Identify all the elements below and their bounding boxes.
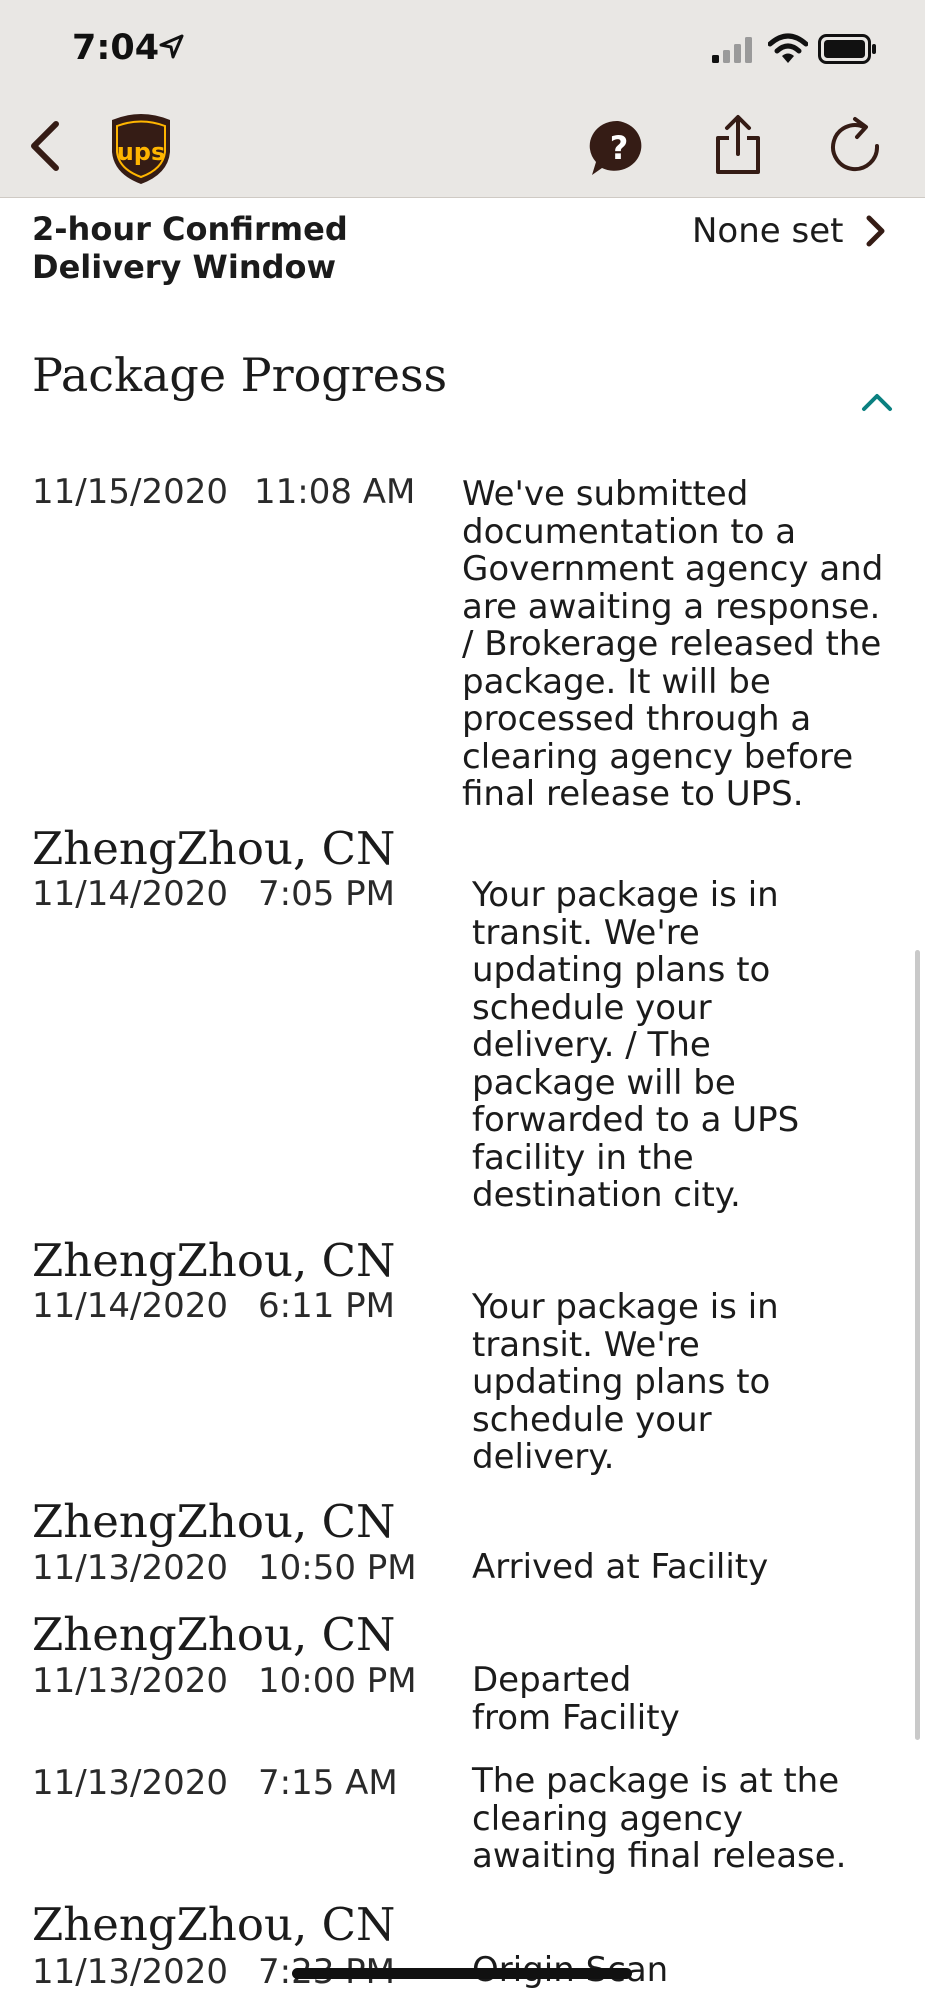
- entry-time: 6:11 PM: [258, 1286, 395, 1326]
- svg-text:?: ?: [610, 129, 629, 167]
- entry-description: The package is at the clearing agency aw…: [472, 1761, 847, 1876]
- entry-location: ZhengZhou, CN: [32, 822, 396, 875]
- home-indicator[interactable]: [292, 1968, 632, 1979]
- entry-date: 11/13/2020: [32, 1763, 228, 1803]
- entry-date: 11/13/2020: [32, 1661, 228, 1701]
- location-arrow-icon: [159, 34, 184, 59]
- entry-description: Your package is in transit. We're updati…: [472, 1287, 779, 1477]
- entry-location: ZhengZhou, CN: [32, 1234, 396, 1287]
- entry-time: 11:08 AM: [254, 472, 416, 512]
- ups-logo: ups: [112, 114, 170, 184]
- entry-date: 11/13/2020: [32, 1952, 228, 1992]
- back-button[interactable]: [22, 118, 66, 174]
- top-bar: 7:04 ups ?: [0, 0, 925, 198]
- entry-location: ZhengZhou, CN: [32, 1608, 396, 1661]
- entry-description: Arrived at Facility: [472, 1547, 769, 1587]
- svg-text:ups: ups: [117, 138, 166, 166]
- entry-description: Departed from Facility: [472, 1660, 680, 1738]
- entry-date: 11/14/2020: [32, 1286, 228, 1326]
- entry-description: We've submitted documentation to a Gover…: [462, 474, 884, 814]
- entry-time: 7:15 AM: [258, 1763, 398, 1803]
- delivery-window-value[interactable]: None set: [692, 210, 843, 252]
- entry-date: 11/13/2020: [32, 1548, 228, 1588]
- entry-location: ZhengZhou, CN: [32, 1898, 396, 1951]
- refresh-button[interactable]: [828, 116, 884, 174]
- entry-description: Your package is in transit. We're updati…: [472, 875, 800, 1215]
- collapse-chevron-up-icon[interactable]: [860, 390, 894, 414]
- section-title: Package Progress: [32, 348, 448, 402]
- share-button[interactable]: [712, 114, 764, 176]
- wifi-icon: [768, 33, 808, 63]
- battery-icon: [818, 34, 876, 64]
- status-time: 7:04: [72, 28, 160, 68]
- entry-time: 10:50 PM: [258, 1548, 417, 1588]
- entry-time: 7:05 PM: [258, 874, 395, 914]
- entry-location: ZhengZhou, CN: [32, 1495, 396, 1548]
- delivery-window-label: 2-hour Confirmed Delivery Window: [32, 210, 348, 286]
- entry-time: 10:00 PM: [258, 1661, 417, 1701]
- scrollbar[interactable]: [915, 950, 920, 1740]
- entry-date: 11/14/2020: [32, 874, 228, 914]
- help-button[interactable]: ?: [588, 118, 648, 178]
- entry-date: 11/15/2020: [32, 472, 228, 512]
- cellular-signal-icon: [712, 37, 752, 63]
- chevron-right-icon[interactable]: [864, 214, 888, 248]
